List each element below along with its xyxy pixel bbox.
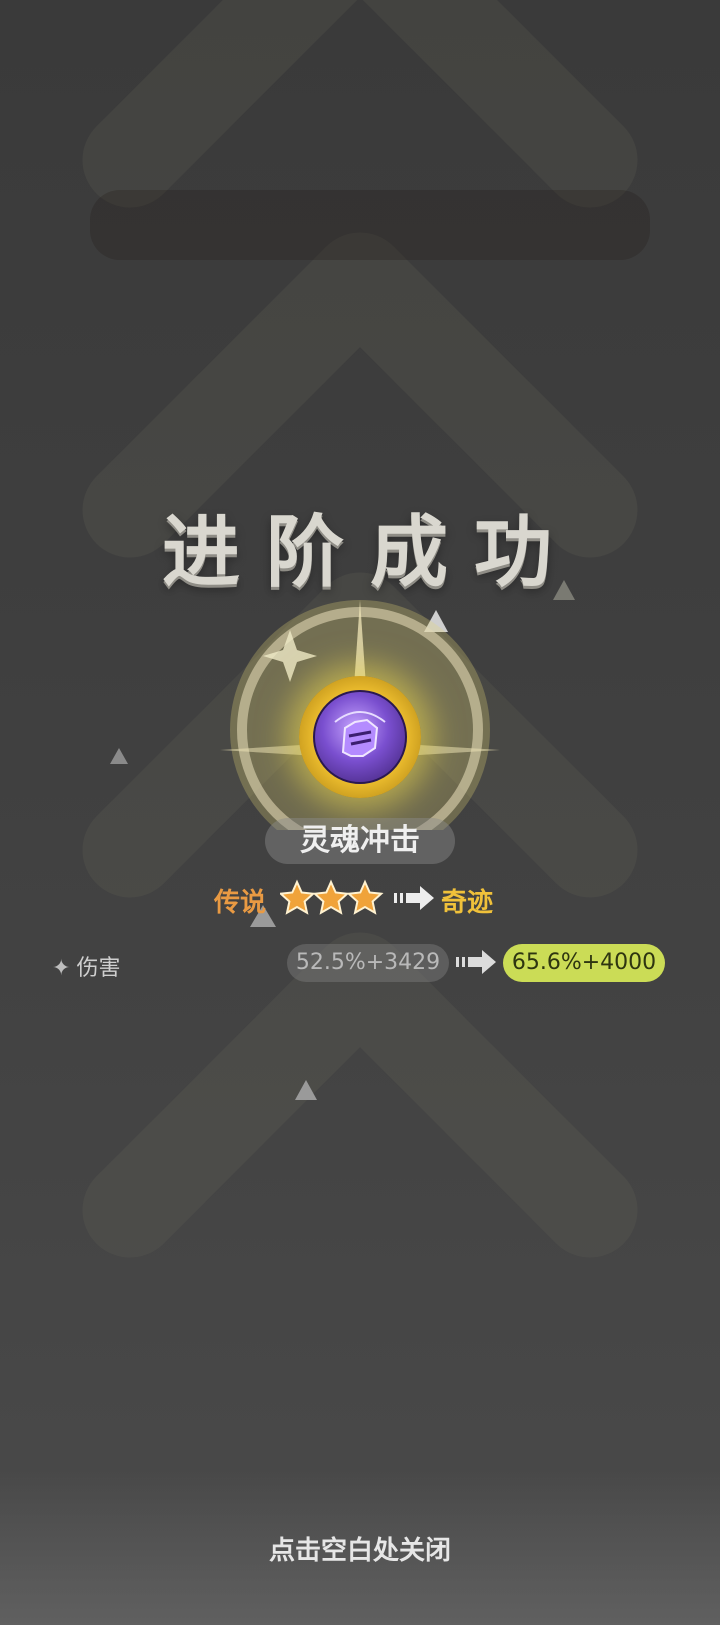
stat-new-value: 65.6%+4000: [503, 944, 665, 982]
sparkle-triangle: [553, 580, 575, 600]
star-icon: [312, 879, 350, 915]
soul-strike-skill-icon: [299, 676, 421, 798]
stat-row-damage: ✦ 伤害 52.5%+3429 65.6%+4000: [0, 942, 720, 986]
star-icon: [346, 879, 384, 915]
rarity-from-label: 传说: [214, 888, 267, 918]
rarity-to-label: 奇迹: [441, 888, 494, 918]
arrow-right-icon: [394, 886, 434, 910]
sparkle-triangle: [110, 748, 128, 764]
page-title: 进阶成功: [161, 508, 578, 598]
rarity-upgrade-row: 传说 奇迹: [0, 878, 720, 922]
stat-label: ✦ 伤害: [52, 950, 120, 982]
sparkle-icon: ✦: [52, 956, 71, 981]
rarity-stars: [280, 879, 384, 915]
sparkle-triangle: [295, 1080, 317, 1100]
close-hint[interactable]: 点击空白处关闭: [0, 1530, 720, 1567]
star-icon: [280, 879, 316, 915]
arrow-right-icon: [456, 950, 496, 974]
stat-old-value: 52.5%+3429: [287, 944, 449, 982]
stat-label-text: 伤害: [76, 956, 121, 981]
skill-name-pill: 灵魂冲击: [265, 818, 455, 864]
